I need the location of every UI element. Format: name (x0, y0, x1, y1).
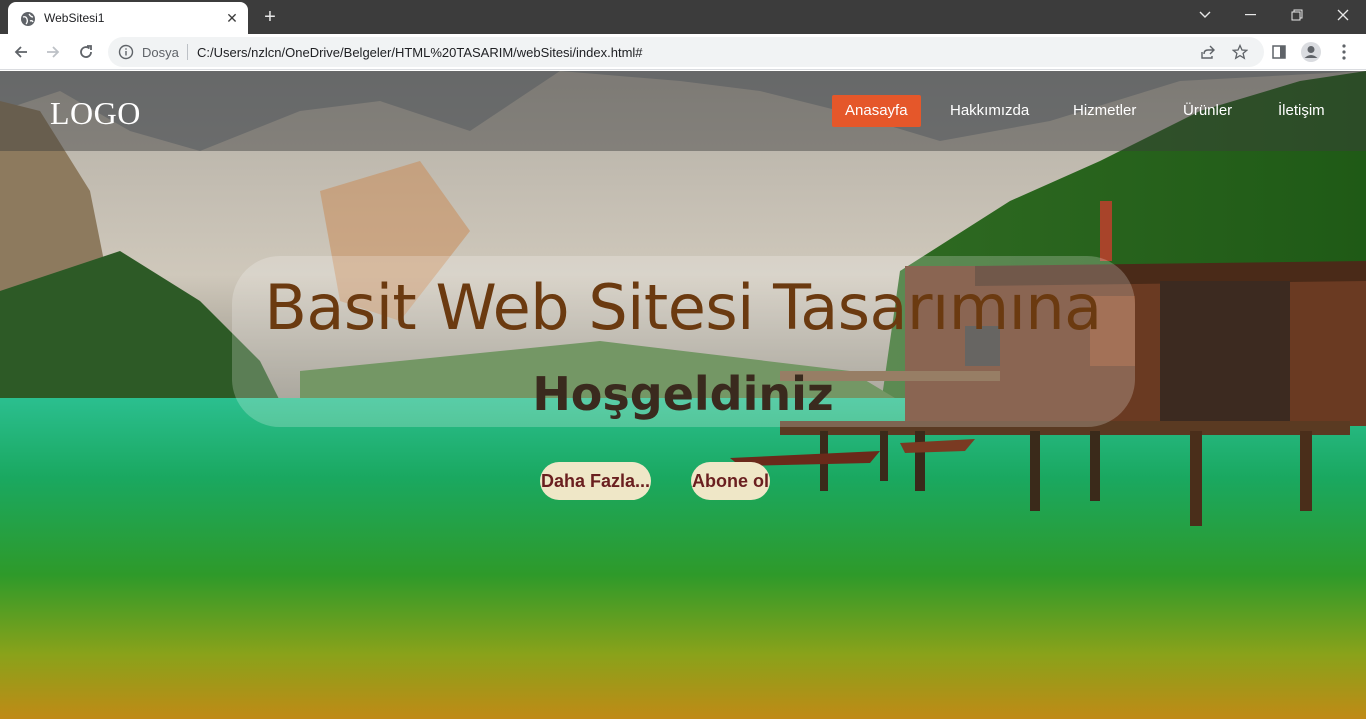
site-navbar: LOGO Anasayfa Hakkımızda Hizmetler Ürünl… (0, 71, 1366, 151)
browser-toolbar: Dosya C:/Users/nzlcn/OneDrive/Belgeler/H… (0, 34, 1366, 70)
minimize-icon[interactable] (1228, 0, 1274, 30)
close-window-icon[interactable] (1320, 0, 1366, 30)
profile-avatar-icon[interactable] (1299, 40, 1323, 64)
restore-icon[interactable] (1274, 0, 1320, 30)
menu-item-hizmetler[interactable]: Hizmetler (1060, 95, 1149, 127)
close-tab-icon[interactable]: ✕ (222, 8, 242, 28)
subscribe-button[interactable]: Abone ol (691, 462, 770, 500)
forward-icon[interactable] (40, 39, 66, 65)
scheme-label: Dosya (142, 45, 179, 60)
new-tab-icon[interactable]: + (258, 5, 282, 29)
hero-subtitle: Hoşgeldiniz (532, 367, 834, 421)
hero-title: Basit Web Sitesi Tasarımına (264, 271, 1102, 344)
side-panel-icon[interactable] (1267, 40, 1291, 64)
address-bar[interactable]: Dosya C:/Users/nzlcn/OneDrive/Belgeler/H… (108, 37, 1264, 67)
web-page: LOGO Anasayfa Hakkımızda Hizmetler Ürünl… (0, 71, 1366, 719)
reload-icon[interactable] (73, 39, 99, 65)
menu-item-urunler[interactable]: Ürünler (1170, 95, 1245, 127)
share-icon[interactable] (1198, 42, 1218, 62)
menu-item-anasayfa[interactable]: Anasayfa (832, 95, 921, 127)
bookmark-star-icon[interactable] (1230, 42, 1250, 62)
back-icon[interactable] (8, 39, 34, 65)
tab-search-icon[interactable] (1182, 0, 1228, 30)
url-text[interactable]: C:/Users/nzlcn/OneDrive/Belgeler/HTML%20… (197, 45, 643, 60)
tab-title: WebSitesi1 (44, 11, 105, 25)
more-menu-icon[interactable] (1332, 40, 1356, 64)
browser-tab[interactable]: WebSitesi1 ✕ (8, 2, 248, 34)
menu-item-hakkimizda[interactable]: Hakkımızda (937, 95, 1042, 127)
info-icon[interactable] (118, 44, 134, 60)
omnibox-divider (187, 44, 188, 60)
browser-tab-strip: WebSitesi1 ✕ + (0, 0, 1366, 34)
more-button[interactable]: Daha Fazla... (540, 462, 651, 500)
globe-icon (21, 12, 35, 26)
menu-item-iletisim[interactable]: İletişim (1265, 95, 1338, 127)
site-logo[interactable]: LOGO (50, 95, 141, 132)
